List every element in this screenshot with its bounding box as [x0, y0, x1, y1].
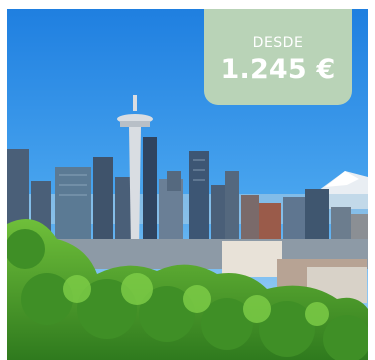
price-label: DESDE: [252, 34, 304, 51]
price-value: 1.245 €: [220, 53, 336, 85]
destination-card[interactable]: DESDE 1.245 €: [7, 9, 368, 360]
price-badge: DESDE 1.245 €: [204, 9, 352, 105]
